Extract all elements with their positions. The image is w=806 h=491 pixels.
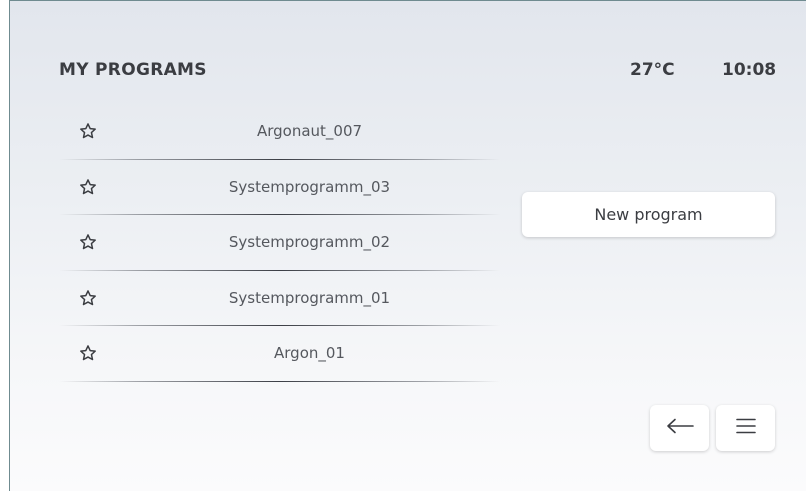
hamburger-menu-icon	[735, 417, 757, 439]
page-title: MY PROGRAMS	[59, 60, 207, 80]
program-row-systemprogramm-03[interactable]: Systemprogramm_03	[59, 160, 500, 216]
star-outline-icon[interactable]	[77, 176, 99, 198]
program-name: Systemprogramm_02	[228, 233, 391, 251]
program-list: Argonaut_007 Systemprogramm_03 Systempro…	[59, 104, 500, 382]
temperature-readout: 27°C	[630, 60, 675, 80]
menu-button[interactable]	[716, 405, 775, 451]
program-row-argonaut-007[interactable]: Argonaut_007	[59, 104, 500, 160]
clock-readout: 10:08	[722, 60, 777, 80]
program-name: Systemprogramm_03	[228, 177, 391, 196]
program-name: Systemprogramm_01	[228, 288, 391, 307]
program-name: Argon_01	[274, 344, 345, 362]
star-outline-icon[interactable]	[77, 287, 99, 309]
arrow-left-icon	[665, 418, 695, 438]
programs-screen: MY PROGRAMS 27°C 10:08 Argonaut_007 Syst…	[9, 0, 806, 491]
new-program-button[interactable]: New program	[522, 192, 775, 237]
star-outline-icon[interactable]	[77, 342, 99, 364]
star-outline-icon[interactable]	[77, 231, 99, 253]
program-row-systemprogramm-01[interactable]: Systemprogramm_01	[59, 271, 500, 327]
program-name: Argonaut_007	[256, 122, 363, 140]
program-row-systemprogramm-02[interactable]: Systemprogramm_02	[59, 215, 500, 271]
program-row-argon-01[interactable]: Argon_01	[59, 326, 500, 382]
star-outline-icon[interactable]	[77, 120, 99, 142]
back-button[interactable]	[650, 405, 709, 451]
